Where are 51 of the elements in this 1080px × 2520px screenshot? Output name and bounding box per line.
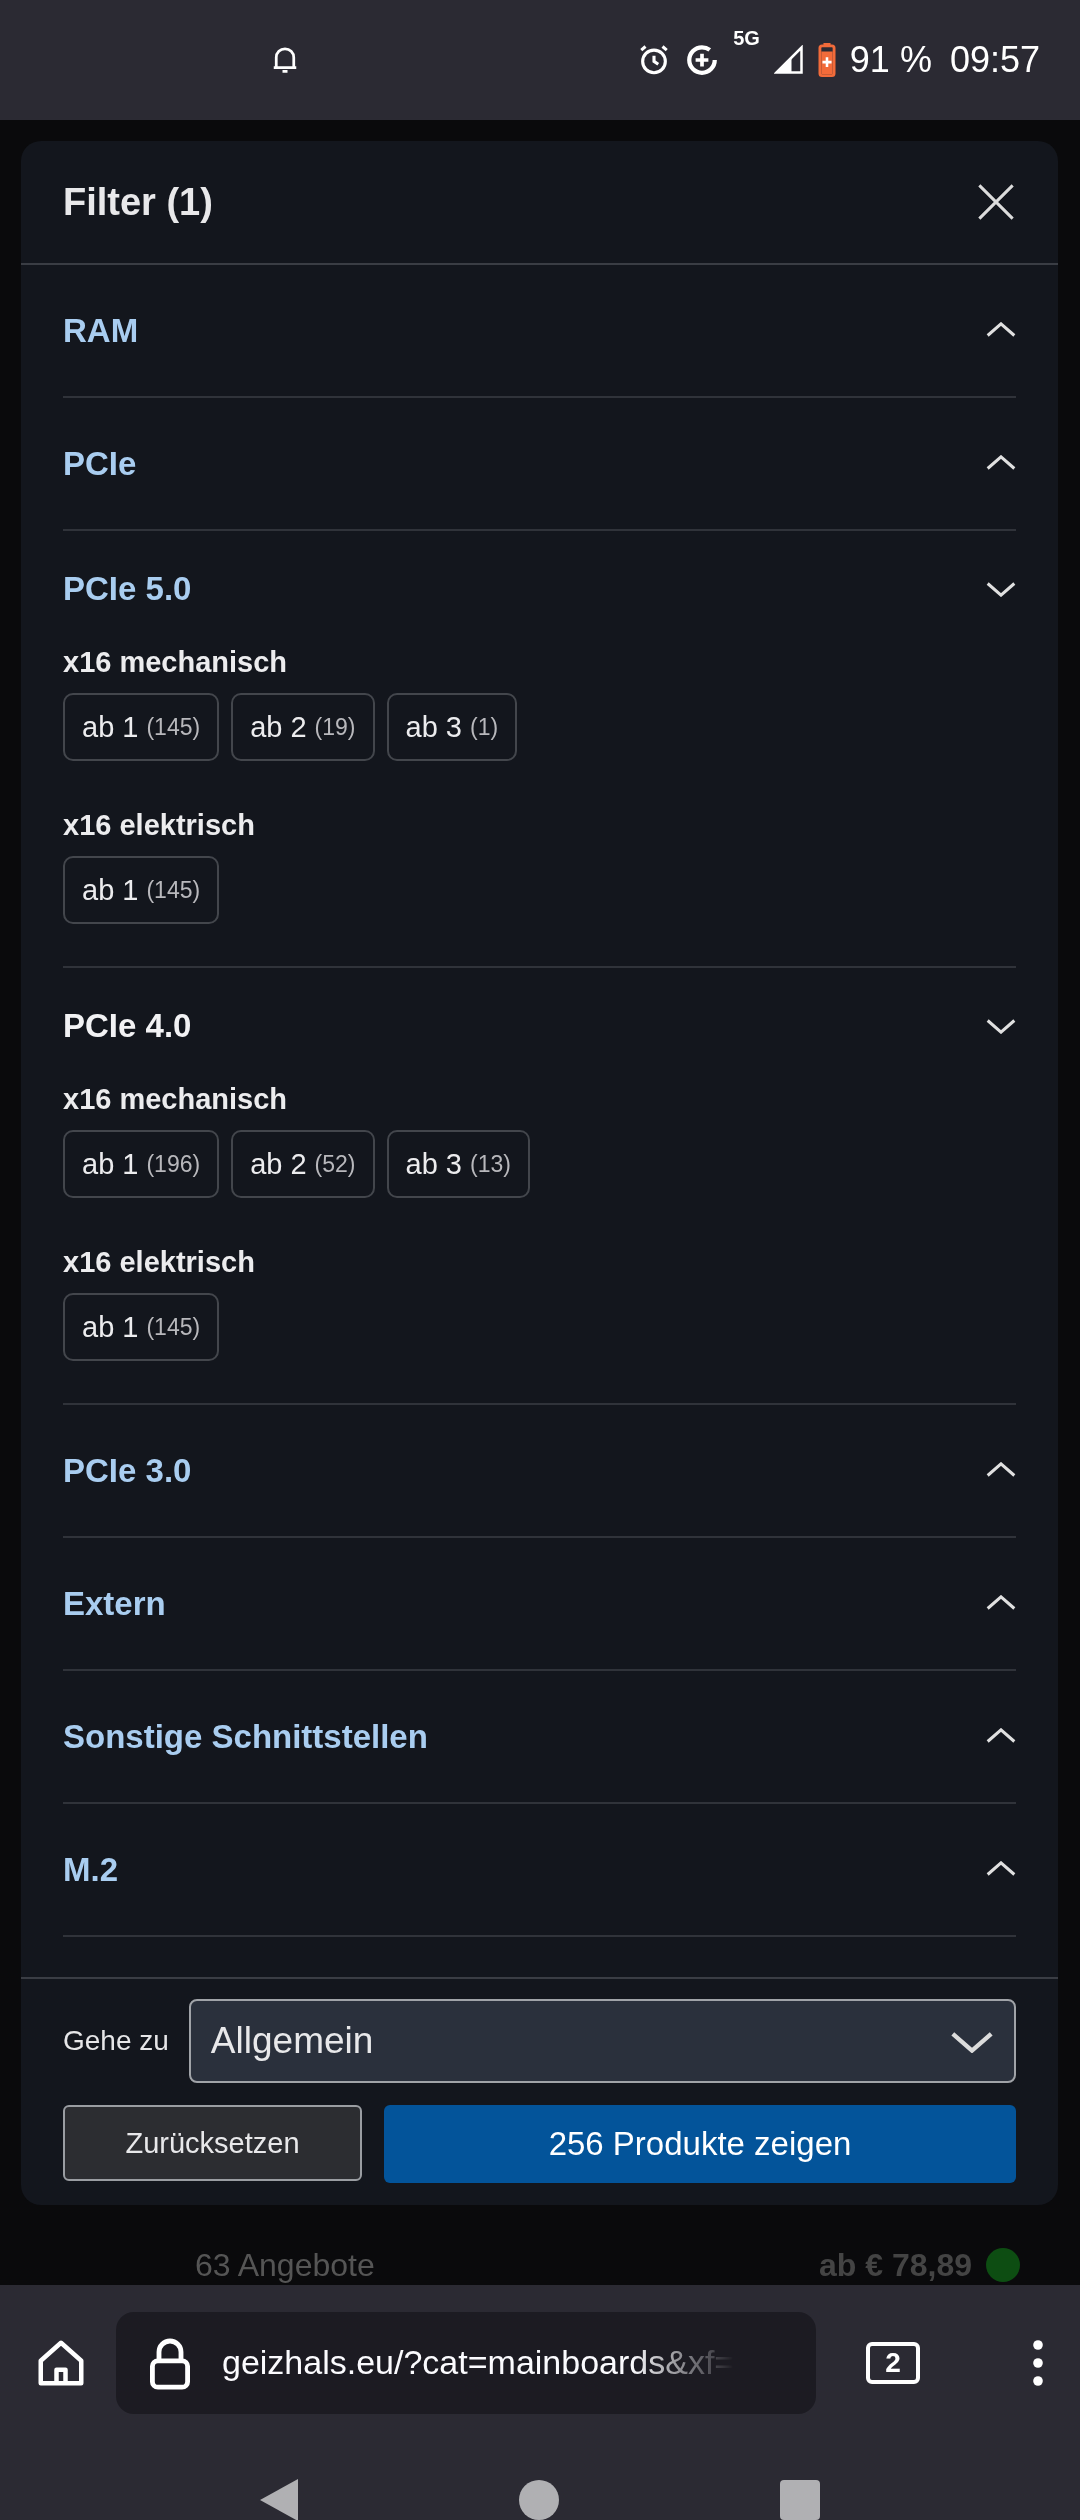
availability-dot [986,2248,1020,2282]
reset-button[interactable]: Zurücksetzen [63,2105,362,2181]
chevron-down-icon [986,580,1016,597]
home-button-icon[interactable] [519,2480,559,2520]
group-label: x16 mechanisch [63,646,289,679]
chevron-up-icon [986,1462,1016,1479]
filter-section-header[interactable]: PCIe [63,398,1016,529]
battery-level: 91 % [849,39,932,81]
filter-section-header[interactable]: PCIe 3.0 [63,1405,1016,1536]
chevron-down-icon [950,2029,994,2053]
filter-option[interactable]: ab 1 (145) [63,693,220,761]
filter-option[interactable]: ab 1 (145) [63,856,220,924]
filter-section-header[interactable]: PCIe 4.0 [63,968,1016,1083]
network-type: 5G [733,27,760,50]
filter-section-header[interactable]: RAM [63,265,1016,396]
chevron-up-icon [986,1595,1016,1612]
group-label: x16 elektrisch [63,809,256,842]
filter-option[interactable]: ab 1 (196) [63,1130,220,1198]
data-saver-icon [685,43,720,77]
recents-icon[interactable] [779,2480,820,2520]
close-button[interactable] [976,182,1016,222]
group-label: x16 elektrisch [63,1246,256,1279]
price: ab € 78,89 [819,2246,972,2285]
chevron-up-icon [986,322,1016,339]
tab-count-button[interactable]: 2 [866,2341,920,2384]
clock: 09:57 [949,39,1040,81]
address-bar[interactable]: geizhals.eu/?cat=mainboards&xf= [116,2311,816,2414]
filter-section-header[interactable]: M.2 [63,1804,1016,1935]
filter-section-header[interactable]: Extern [63,1538,1016,1669]
chevron-up-icon [986,455,1016,472]
filter-option[interactable]: ab 1 (145) [63,1293,220,1361]
close-icon [976,182,1016,222]
offers-count: 63 Angebote [195,2246,375,2285]
back-icon[interactable] [260,2479,299,2520]
battery-icon [817,43,836,77]
section-dropdown[interactable]: Allgemein [188,1999,1016,2083]
filter-option[interactable]: ab 2 (52) [231,1130,375,1198]
dialog-title: Filter (1) [63,180,213,224]
chevron-down-icon [986,1017,1016,1034]
menu-icon[interactable] [1032,2338,1044,2387]
chevron-up-icon [986,1728,1016,1745]
show-products-button[interactable]: 256 Produkte zeigen [384,2105,1016,2183]
signal-icon [773,45,804,75]
filter-section-header[interactable]: PCIe 5.0 [63,531,1016,646]
filter-option[interactable]: ab 3 (1) [386,693,518,761]
filter-section-header[interactable]: Sonstige Schnittstellen [63,1671,1016,1802]
filter-option[interactable]: ab 2 (19) [231,693,375,761]
chevron-up-icon [986,1861,1016,1878]
filter-option[interactable]: ab 3 (13) [386,1130,530,1198]
group-label: x16 mechanisch [63,1083,289,1116]
goto-label: Gehe zu [63,2025,169,2057]
